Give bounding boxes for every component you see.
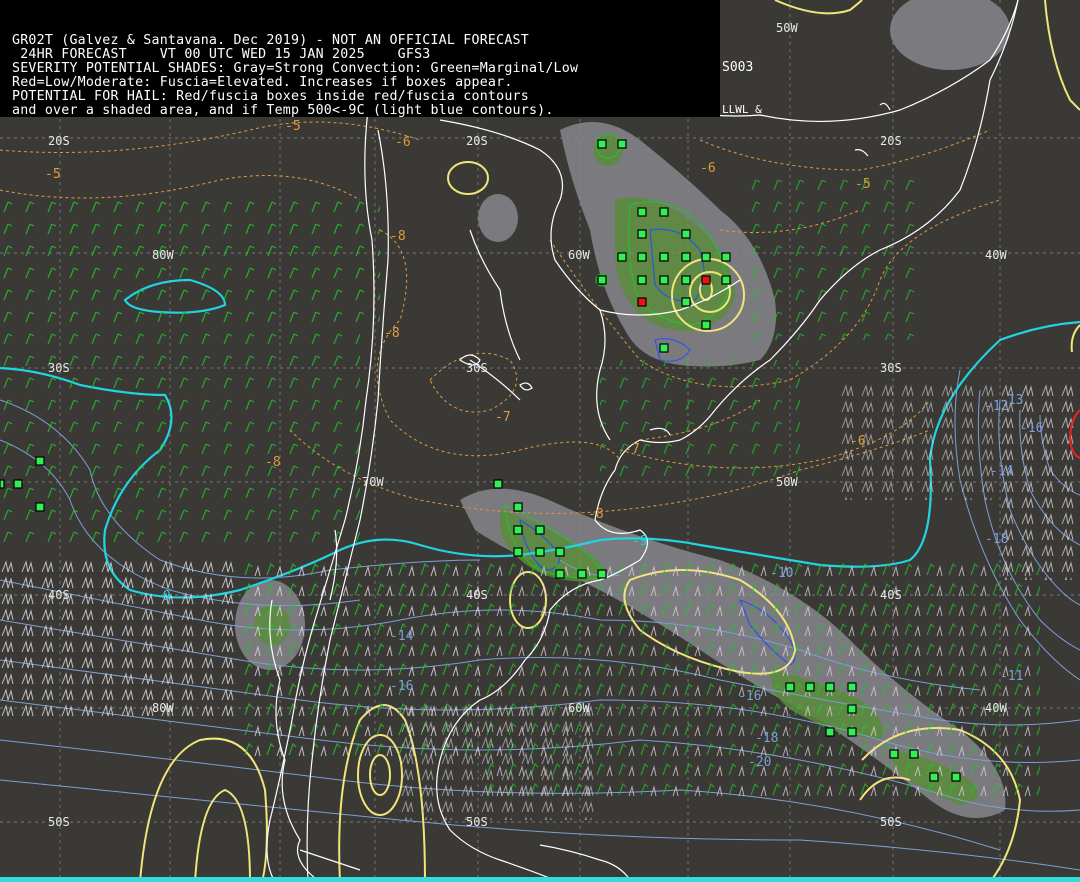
orange-label-6-c: -6 [395, 135, 411, 150]
bottom-edge-bar [0, 877, 1080, 882]
orange-label-5-c: -5 [855, 177, 871, 192]
forecast-map: 20S 20S 20S 30S 30S 30S 40S 40S 40S 50S … [0, 0, 1080, 882]
orange-label-5-a: -5 [285, 119, 301, 134]
header-severity-line: SEVERITY POTENTIAL SHADES: Gray=Strong C… [12, 61, 579, 76]
lon-label-40w-north: 40W [985, 248, 1007, 262]
orange-label-7-a: -7 [495, 410, 511, 425]
lat-label-40s-east: 40S [880, 588, 902, 602]
blue-label-10: -10 [770, 566, 793, 581]
header-hail-line: POTENTIAL FOR HAIL: Red/fuscia boxes ins… [12, 89, 529, 104]
lat-label-50s-west: 50S [48, 815, 70, 829]
lat-label-30s-mid: 30S [466, 361, 488, 375]
lon-label-80w-south: 80W [152, 701, 174, 715]
lon-label-50w-north: 50W [776, 21, 798, 35]
lon-label-80w-north: 80W [152, 248, 174, 262]
lat-label-30s-east: 30S [880, 361, 902, 375]
lat-label-40s-west: 40S [48, 588, 70, 602]
orange-label-5-b: -5 [45, 167, 61, 182]
blue-label-14-west: -14 [390, 629, 414, 644]
lon-label-60w-south: 60W [568, 701, 590, 715]
blue-label-20: -20 [748, 755, 771, 770]
blue-label-16-east: -16 [1020, 421, 1043, 436]
orange-label-6-a: -6 [700, 161, 716, 176]
lat-label-20s-west: 20S [48, 134, 70, 148]
lat-label-20s-east: 20S [880, 134, 902, 148]
lat-label-40s-mid: 40S [466, 588, 488, 602]
cyan-label-west: -9 [155, 589, 171, 604]
blue-label-14-east: -14 [990, 464, 1014, 479]
header-forecast-line: 24HR FORECAST VT 00 UTC WED 15 JAN 2025 … [12, 47, 431, 62]
orange-label-7-b: -7 [624, 442, 640, 457]
blue-label-13: -13 [1000, 393, 1023, 408]
lat-label-20s-mid: 20S [466, 134, 488, 148]
orange-label-8-d: -8 [588, 507, 604, 522]
blue-label-18: -18 [755, 731, 778, 746]
blue-label-11: -11 [1000, 669, 1023, 684]
map-canvas: 20S 20S 20S 30S 30S 30S 40S 40S 40S 50S … [0, 0, 1080, 882]
blue-label-16-west: -16 [390, 679, 413, 694]
blue-label-18-east: -18 [985, 532, 1008, 547]
lat-label-30s-west: 30S [48, 361, 70, 375]
orange-label-8-c: -8 [265, 455, 281, 470]
lat-label-50s-mid: 50S [466, 815, 488, 829]
cyan-label-central: -9 [632, 534, 648, 549]
header-code: S003 [722, 60, 754, 75]
lat-label-50s-east: 50S [880, 815, 902, 829]
lon-label-60w-north: 60W [568, 248, 590, 262]
lon-label-70w: 70W [362, 475, 384, 489]
header-title-line: GR02T (Galvez & Santavana. Dec 2019) - N… [12, 33, 529, 48]
header-code-sub: LLWL & [722, 103, 762, 116]
header-right-code: S003 LLWL & [722, 33, 762, 145]
orange-label-8-a: -8 [390, 229, 406, 244]
lon-label-50w-mid: 50W [776, 475, 798, 489]
forecast-header: GR02T (Galvez & Santavana. Dec 2019) - N… [0, 0, 720, 118]
orange-label-6-b: -6 [850, 434, 866, 449]
header-hail-line-2: and over a shaded area, and if Temp 500<… [12, 103, 554, 118]
blue-label-16-mid: -16 [738, 689, 761, 704]
header-severity-line-2: Red=Low/Moderate: Fuscia=Elevated. Incre… [12, 75, 513, 90]
orange-label-8-b: -8 [384, 326, 400, 341]
lon-label-40w-south: 40W [985, 701, 1007, 715]
